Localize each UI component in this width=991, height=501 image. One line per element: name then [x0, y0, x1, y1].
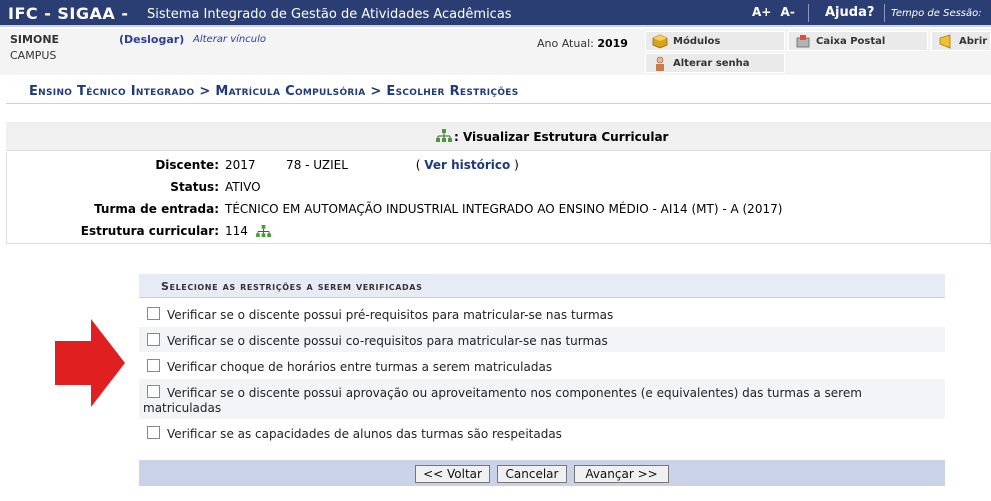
font-increase-button[interactable]: A+ [752, 5, 771, 19]
change-password-button[interactable]: Alterar senha [645, 53, 785, 73]
font-size-controls: A+ A- [752, 5, 800, 19]
user-campus: CAMPUS [10, 49, 57, 62]
capacity-label: Verificar se as capacidades de alunos da… [167, 427, 562, 441]
status-label: Status: [170, 180, 219, 194]
student-info-panel: Discente: 2017 78 - UZIEL ( Ver históric… [6, 152, 991, 244]
top-bar: IFC - SIGAA - Sistema Integrado de Gestã… [0, 0, 991, 27]
user-name: SIMONE [10, 33, 60, 46]
prerequisites-label: Verificar se o discente possui pré-requi… [167, 308, 614, 322]
app-logo: IFC - SIGAA - [8, 4, 129, 23]
change-password-label: Alterar senha [673, 58, 750, 69]
mailbox-icon [796, 35, 810, 48]
mailbox-button[interactable]: Caixa Postal [788, 31, 928, 51]
action-button-bar: << Voltar Cancelar Avançar >> [139, 460, 945, 486]
session-timer-label: Tempo de Sessão: [891, 8, 982, 19]
back-button[interactable]: << Voltar [415, 465, 490, 483]
schedule-conflict-checkbox[interactable] [147, 359, 160, 372]
view-curriculum-bar[interactable]: : Visualizar Estrutura Curricular [6, 122, 991, 151]
estrutura-label: Estrutura curricular: [80, 224, 219, 238]
view-curriculum-link[interactable]: : Visualizar Estrutura Curricular [454, 130, 668, 144]
approval-label: Verificar se o discente possui aprovação… [143, 386, 862, 415]
year-value: 2019 [597, 37, 628, 50]
font-decrease-button[interactable]: A- [781, 5, 795, 19]
breadcrumb: Ensino Técnico Integrado > Matrícula Com… [6, 80, 991, 104]
current-year: Ano Atual: 2019 [537, 37, 628, 50]
row-discente: Discente: 2017 78 - UZIEL ( Ver históric… [7, 155, 987, 175]
divider [884, 4, 885, 22]
discente-label: Discente: [155, 158, 219, 172]
next-button[interactable]: Avançar >> [574, 465, 669, 483]
restriction-option-prerequisites: Verificar se o discente possui pré-requi… [139, 301, 945, 326]
user-info-bar: SIMONE CAMPUS (Deslogar) Alterar vínculo… [0, 29, 991, 75]
help-link[interactable]: Ajuda? [825, 5, 874, 20]
restriction-option-schedule-conflict: Verificar choque de horários entre turma… [139, 353, 945, 378]
discente-value-group: 2017 78 - UZIEL ( Ver histórico ) [225, 158, 519, 172]
horn-icon [939, 34, 951, 49]
restrictions-title: Selecione as restrições a serem verifica… [161, 280, 423, 293]
year-label: Ano Atual: [537, 37, 594, 50]
row-estrutura: Estrutura curricular: 114 [7, 221, 987, 241]
discente-value: 2017 78 - UZIEL [225, 158, 348, 172]
user-icon [656, 56, 664, 71]
breadcrumb-text: Ensino Técnico Integrado > Matrícula Com… [29, 84, 519, 99]
change-link-link[interactable]: Alterar vínculo [193, 34, 266, 45]
status-value: ATIVO [225, 180, 261, 194]
restriction-option-corequisites: Verificar se o discente possui co-requis… [139, 327, 945, 352]
historico-wrapper: ( Ver histórico ) [415, 158, 519, 172]
cube-icon [652, 34, 668, 49]
capacity-checkbox[interactable] [147, 426, 160, 439]
restrictions-title-bar: Selecione as restrições a serem verifica… [139, 274, 945, 298]
mailbox-label: Caixa Postal [816, 36, 886, 47]
open-button[interactable]: Abrir [931, 31, 991, 51]
turma-label: Turma de entrada: [94, 202, 219, 216]
estrutura-value-group: 114 [225, 224, 272, 238]
modules-label: Módulos [673, 36, 721, 47]
row-status: Status: ATIVO [7, 177, 987, 197]
system-name: Sistema Integrado de Gestão de Atividade… [147, 7, 512, 22]
modules-button[interactable]: Módulos [645, 31, 785, 51]
restriction-option-approval: Verificar se o discente possui aprovação… [139, 379, 945, 419]
row-turma: Turma de entrada: TÉCNICO EM AUTOMAÇÃO I… [7, 199, 987, 219]
cancel-button[interactable]: Cancelar [497, 465, 567, 483]
turma-value: TÉCNICO EM AUTOMAÇÃO INDUSTRIAL INTEGRAD… [225, 202, 783, 216]
open-label: Abrir [959, 36, 988, 47]
corequisites-checkbox[interactable] [147, 333, 160, 346]
restriction-option-capacity: Verificar se as capacidades de alunos da… [139, 420, 945, 445]
corequisites-label: Verificar se o discente possui co-requis… [167, 334, 608, 348]
history-link[interactable]: Ver histórico [424, 158, 510, 172]
red-arrow-icon [55, 319, 125, 407]
schedule-conflict-label: Verificar choque de horários entre turma… [167, 360, 553, 374]
prerequisites-checkbox[interactable] [147, 307, 160, 320]
logout-link[interactable]: (Deslogar) [119, 33, 184, 46]
tree-structure-icon[interactable] [255, 225, 272, 238]
divider [808, 4, 809, 22]
estrutura-value: 114 [225, 224, 248, 238]
tree-structure-icon [436, 129, 452, 142]
